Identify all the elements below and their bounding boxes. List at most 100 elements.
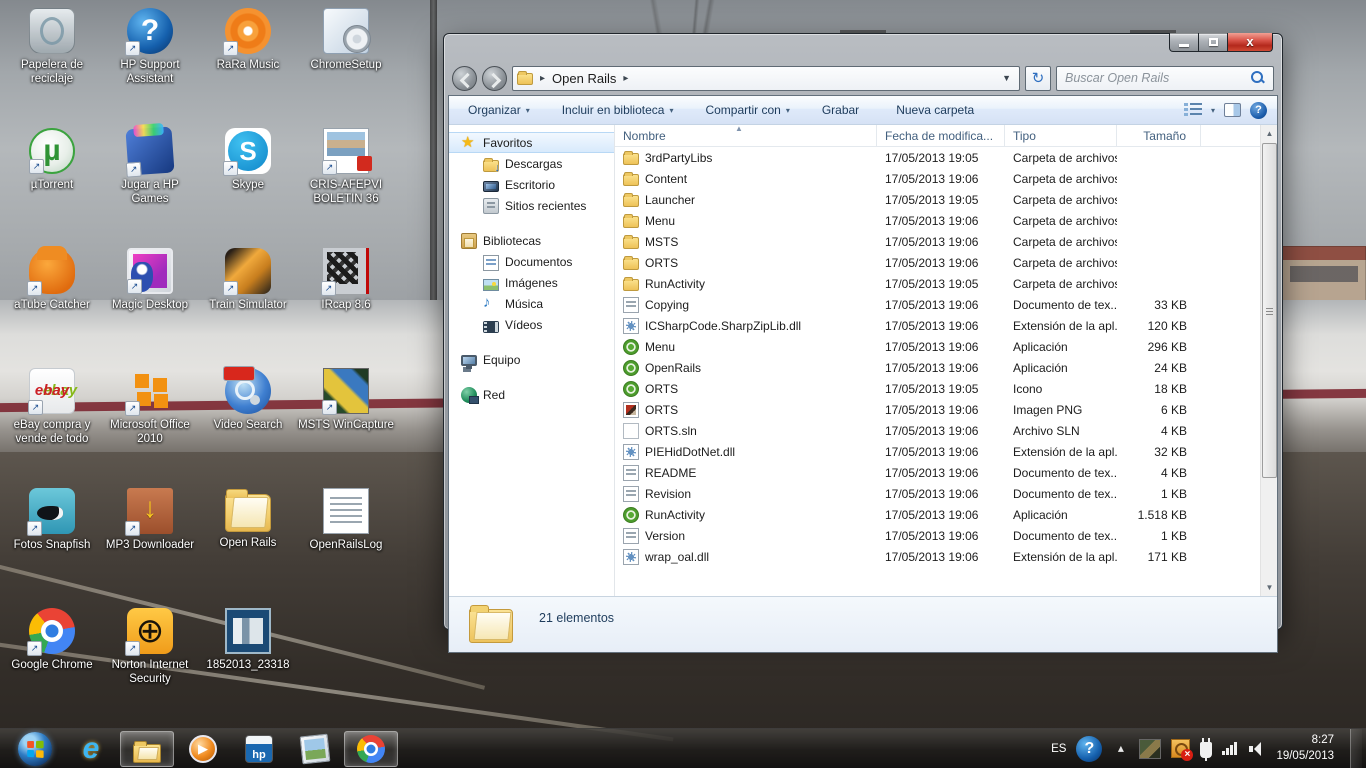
taskbar-button[interactable]	[8, 731, 62, 767]
language-indicator[interactable]: ES	[1051, 743, 1066, 755]
close-button[interactable]: x	[1227, 33, 1273, 52]
volume-icon[interactable]	[1249, 740, 1266, 757]
desktop-icon[interactable]: RaRa Music	[200, 4, 296, 124]
desktop-icon[interactable]: ChromeSetup	[298, 4, 394, 124]
desktop-icon[interactable]: µTorrent	[4, 124, 100, 244]
desktop-icon[interactable]: Magic Desktop	[102, 244, 198, 364]
power-plug-icon[interactable]	[1200, 742, 1212, 758]
desktop-icon[interactable]: Google Chrome	[4, 604, 100, 724]
file-row[interactable]: Launcher 17/05/2013 19:05 Carpeta de arc…	[615, 189, 1277, 210]
sidebar-item[interactable]: Red	[449, 384, 614, 405]
desktop-icon[interactable]: Norton Internet Security	[102, 604, 198, 724]
file-row[interactable]: PIEHidDotNet.dll 17/05/2013 19:06 Extens…	[615, 441, 1277, 462]
address-dropdown-icon[interactable]: ▼	[1002, 73, 1015, 83]
taskbar-button[interactable]	[288, 731, 342, 767]
sidebar-item[interactable]: Bibliotecas	[449, 230, 614, 251]
file-row[interactable]: Content 17/05/2013 19:06 Carpeta de arch…	[615, 168, 1277, 189]
column-header-size[interactable]: Tamaño	[1117, 125, 1201, 146]
toolbar-button[interactable]: Nueva carpeta	[887, 100, 988, 120]
search-box[interactable]: Buscar Open Rails	[1056, 66, 1274, 91]
sidebar-item[interactable]: Música	[449, 293, 614, 314]
desktop-icon[interactable]: Jugar a HP Games	[102, 124, 198, 244]
desktop-icon[interactable]: MSTS WinCapture	[298, 364, 394, 484]
taskbar-button[interactable]	[344, 731, 398, 767]
clock[interactable]: 8:27 19/05/2013	[1276, 733, 1340, 764]
train-photo-tray-icon[interactable]	[1139, 739, 1161, 759]
help-icon[interactable]: ?	[1250, 102, 1267, 119]
hp-support-tray-icon[interactable]	[1076, 736, 1102, 762]
sidebar-item[interactable]: Favoritos	[449, 132, 614, 153]
preview-pane-icon[interactable]	[1224, 103, 1241, 117]
maximize-button[interactable]	[1199, 33, 1227, 52]
scroll-down-icon[interactable]: ▼	[1261, 579, 1277, 596]
back-button[interactable]	[452, 66, 477, 91]
toolbar-button[interactable]: Organizar ▾	[459, 100, 539, 120]
desktop-icon[interactable]: Microsoft Office 2010	[102, 364, 198, 484]
file-row[interactable]: Revision 17/05/2013 19:06 Documento de t…	[615, 483, 1277, 504]
sidebar-item[interactable]: Equipo	[449, 349, 614, 370]
desktop-icon[interactable]: eBay compra y vende de todo	[4, 364, 100, 484]
toolbar-button[interactable]: Compartir con ▾	[696, 100, 798, 120]
sidebar-item[interactable]: Documentos	[449, 251, 614, 272]
vertical-scrollbar[interactable]: ▲ ▼	[1260, 125, 1277, 596]
network-signal-icon[interactable]	[1222, 740, 1239, 757]
file-row[interactable]: Menu 17/05/2013 19:06 Aplicación 296 KB	[615, 336, 1277, 357]
file-row[interactable]: MSTS 17/05/2013 19:06 Carpeta de archivo…	[615, 231, 1277, 252]
toolbar-button[interactable]: Incluir en biblioteca ▾	[553, 100, 683, 120]
desktop-icon[interactable]: Open Rails	[200, 484, 296, 604]
file-row[interactable]: ORTS 17/05/2013 19:06 Carpeta de archivo…	[615, 252, 1277, 273]
file-row[interactable]: ORTS.sln 17/05/2013 19:06 Archivo SLN 4 …	[615, 420, 1277, 441]
desktop-icon[interactable]: IRcap 8.6	[298, 244, 394, 364]
taskbar-button[interactable]	[64, 731, 118, 767]
scroll-up-icon[interactable]: ▲	[1261, 125, 1277, 142]
file-row[interactable]: Version 17/05/2013 19:06 Documento de te…	[615, 525, 1277, 546]
desktop-icon[interactable]: aTube Catcher	[4, 244, 100, 364]
sidebar-item[interactable]: Sitios recientes	[449, 195, 614, 216]
breadcrumb[interactable]: Open Rails	[552, 71, 616, 86]
column-header-date[interactable]: Fecha de modifica...	[877, 125, 1005, 146]
sidebar-item[interactable]: Descargas	[449, 153, 614, 174]
desktop-icon[interactable]: 1852013_23318	[200, 604, 296, 724]
titlebar[interactable]: x	[444, 34, 1282, 61]
desktop-icon[interactable]: Fotos Snapfish	[4, 484, 100, 604]
desktop-icon[interactable]: OpenRailsLog	[298, 484, 394, 604]
desktop-icon[interactable]: Skype	[200, 124, 296, 244]
taskbar-button[interactable]	[232, 731, 286, 767]
sidebar-item[interactable]: Vídeos	[449, 314, 614, 335]
change-view-icon[interactable]	[1184, 103, 1202, 117]
show-hidden-icons-icon[interactable]	[1112, 740, 1129, 757]
toolbar-button[interactable]: Grabar	[813, 100, 873, 120]
file-row[interactable]: README 17/05/2013 19:06 Documento de tex…	[615, 462, 1277, 483]
breadcrumb-separator-icon[interactable]: ▸	[616, 73, 635, 84]
file-row[interactable]: RunActivity 17/05/2013 19:05 Carpeta de …	[615, 273, 1277, 294]
sidebar-item[interactable]: Escritorio	[449, 174, 614, 195]
file-row[interactable]: ORTS 17/05/2013 19:05 Icono 18 KB	[615, 378, 1277, 399]
sidebar-item[interactable]: Imágenes	[449, 272, 614, 293]
file-row[interactable]: wrap_oal.dll 17/05/2013 19:06 Extensión …	[615, 546, 1277, 567]
desktop-icon[interactable]: MP3 Downloader	[102, 484, 198, 604]
taskbar-button[interactable]	[120, 731, 174, 767]
minimize-button[interactable]	[1169, 33, 1199, 52]
desktop-icon[interactable]: Papelera de reciclaje	[4, 4, 100, 124]
forward-button[interactable]	[482, 66, 507, 91]
column-header-type[interactable]: Tipo	[1005, 125, 1117, 146]
update-error-tray-icon[interactable]	[1171, 739, 1190, 758]
column-header-name[interactable]: Nombre	[615, 125, 877, 146]
taskbar-button[interactable]	[176, 731, 230, 767]
file-row[interactable]: ICSharpCode.SharpZipLib.dll 17/05/2013 1…	[615, 315, 1277, 336]
change-view-dropdown-icon[interactable]: ▾	[1211, 106, 1215, 115]
desktop-icon[interactable]: Video Search	[200, 364, 296, 484]
desktop-icon[interactable]: HP Support Assistant	[102, 4, 198, 124]
file-row[interactable]: RunActivity 17/05/2013 19:06 Aplicación …	[615, 504, 1277, 525]
file-row[interactable]: Menu 17/05/2013 19:06 Carpeta de archivo…	[615, 210, 1277, 231]
file-row[interactable]: OpenRails 17/05/2013 19:06 Aplicación 24…	[615, 357, 1277, 378]
address-bar[interactable]: ▸ Open Rails ▸ ▼	[512, 66, 1020, 91]
desktop-icon[interactable]: CRIS-AFEPVI BOLETIN 36	[298, 124, 394, 244]
scrollbar-thumb[interactable]	[1262, 143, 1277, 478]
refresh-button[interactable]: ↻	[1025, 66, 1051, 91]
desktop-icon[interactable]: Train Simulator	[200, 244, 296, 364]
file-row[interactable]: ORTS 17/05/2013 19:06 Imagen PNG 6 KB	[615, 399, 1277, 420]
show-desktop-button[interactable]	[1350, 729, 1362, 768]
file-row[interactable]: 3rdPartyLibs 17/05/2013 19:05 Carpeta de…	[615, 147, 1277, 168]
file-row[interactable]: Copying 17/05/2013 19:06 Documento de te…	[615, 294, 1277, 315]
